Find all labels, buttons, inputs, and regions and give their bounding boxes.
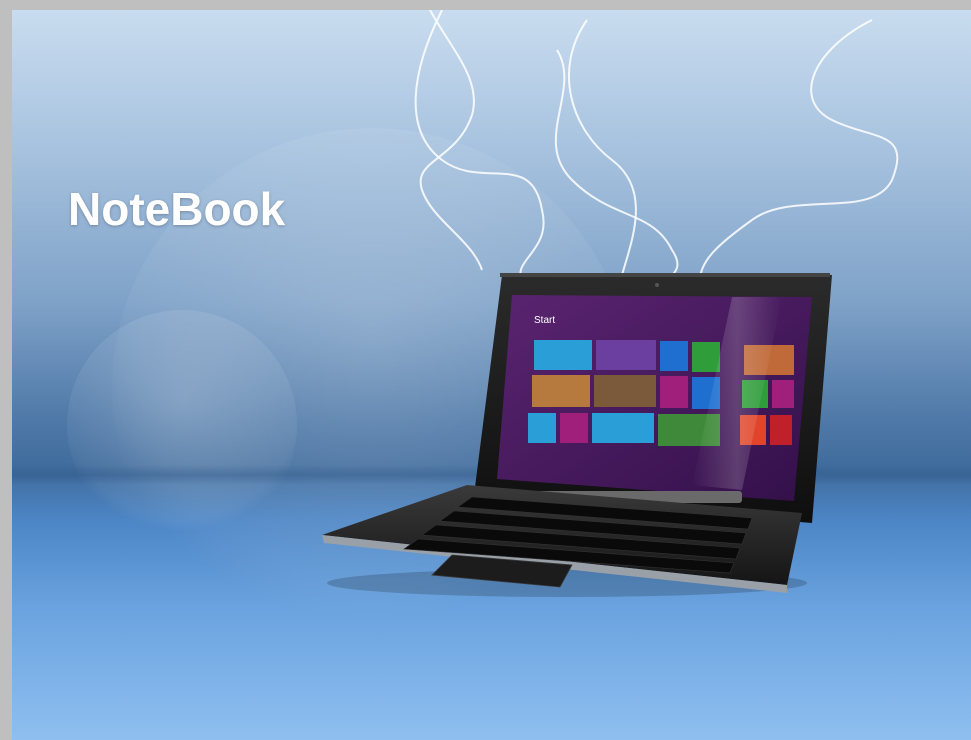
calendar-tile <box>596 340 656 370</box>
presentation-slide: NoteBook Start <box>12 10 971 740</box>
weather-tile <box>528 413 556 443</box>
lid-edge <box>500 273 830 277</box>
wire-curve-5 <box>699 19 899 279</box>
wire-curve-3 <box>567 19 637 276</box>
people-tile <box>532 375 590 407</box>
music-tile <box>660 376 688 408</box>
mail-tile <box>534 340 592 370</box>
wire-curve-2 <box>414 10 545 281</box>
ie-tile <box>660 341 688 371</box>
slide-title: NoteBook <box>68 183 286 235</box>
laptop-image: Start <box>322 273 832 597</box>
photos-tile <box>594 375 656 407</box>
messaging-tile <box>560 413 588 443</box>
finance-tile <box>592 413 654 443</box>
camera-tile <box>770 415 792 445</box>
wire-curve-1 <box>419 10 483 271</box>
store-tile <box>692 342 720 372</box>
video-tile <box>772 380 794 408</box>
webcam <box>655 283 659 287</box>
start-label: Start <box>534 315 555 326</box>
